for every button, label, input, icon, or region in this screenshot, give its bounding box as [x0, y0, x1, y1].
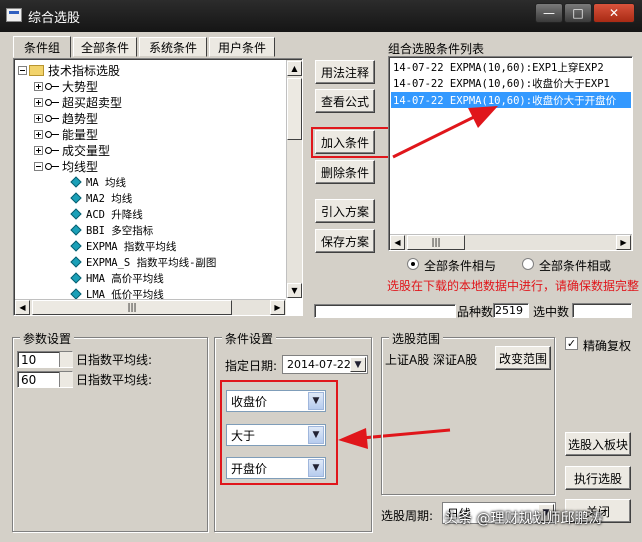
- and-label: 全部条件相与: [424, 259, 497, 273]
- and-radio[interactable]: [407, 258, 419, 270]
- date-label: 指定日期:: [225, 359, 278, 373]
- chevron-down-icon[interactable]: ▼: [308, 426, 324, 444]
- arrow-line: [392, 115, 475, 159]
- range-markets: 上证A股 深证A股: [385, 353, 478, 367]
- param-label: 日指数平均线:: [76, 353, 153, 367]
- dropdown-arrow-icon[interactable]: ▼: [350, 357, 366, 372]
- or-radio[interactable]: [522, 258, 534, 270]
- watermark: 头条 @理财规划师邱鹏涛: [444, 511, 603, 527]
- add-to-sector-button[interactable]: 选股入板块: [565, 432, 631, 456]
- param-label: 日指数平均线:: [76, 373, 153, 387]
- param-spinner[interactable]: [59, 372, 73, 387]
- count-value: 2519: [493, 303, 529, 318]
- field-select[interactable]: 收盘价 ▼: [226, 390, 326, 412]
- progress-bar: [314, 304, 456, 318]
- precise-label: 精确复权: [583, 339, 632, 353]
- selected-count-label: 选中数: [533, 305, 570, 319]
- condition-settings-title: 条件设置: [222, 330, 277, 347]
- chevron-down-icon[interactable]: ▼: [308, 459, 324, 477]
- execute-screen-button[interactable]: 执行选股: [565, 466, 631, 490]
- selected-count-value: [572, 303, 632, 318]
- param-spinner[interactable]: [59, 352, 73, 367]
- change-range-button[interactable]: 改变范围: [495, 346, 551, 370]
- range-title: 选股范围: [389, 330, 444, 347]
- arrow-head: [468, 106, 498, 128]
- target-select[interactable]: 开盘价 ▼: [226, 457, 326, 479]
- chevron-down-icon[interactable]: ▼: [308, 392, 324, 410]
- or-label: 全部条件相或: [539, 259, 612, 273]
- operator-select[interactable]: 大于 ▼: [226, 424, 326, 446]
- count-label: 品种数: [457, 305, 494, 319]
- precise-checkbox[interactable]: ✓: [565, 337, 578, 350]
- params-title: 参数设置: [20, 330, 75, 347]
- period-label: 选股周期:: [381, 509, 434, 523]
- date-picker[interactable]: 2014-07-22 ▼: [282, 355, 368, 374]
- warning-text: 选股在下载的本地数据中进行，请确保数据完整: [387, 279, 640, 293]
- stock-screener-dialog: 综合选股 — □ ✕ 条件组 全部条件 系统条件 用户条件 技术指标选股 大势型…: [0, 0, 642, 542]
